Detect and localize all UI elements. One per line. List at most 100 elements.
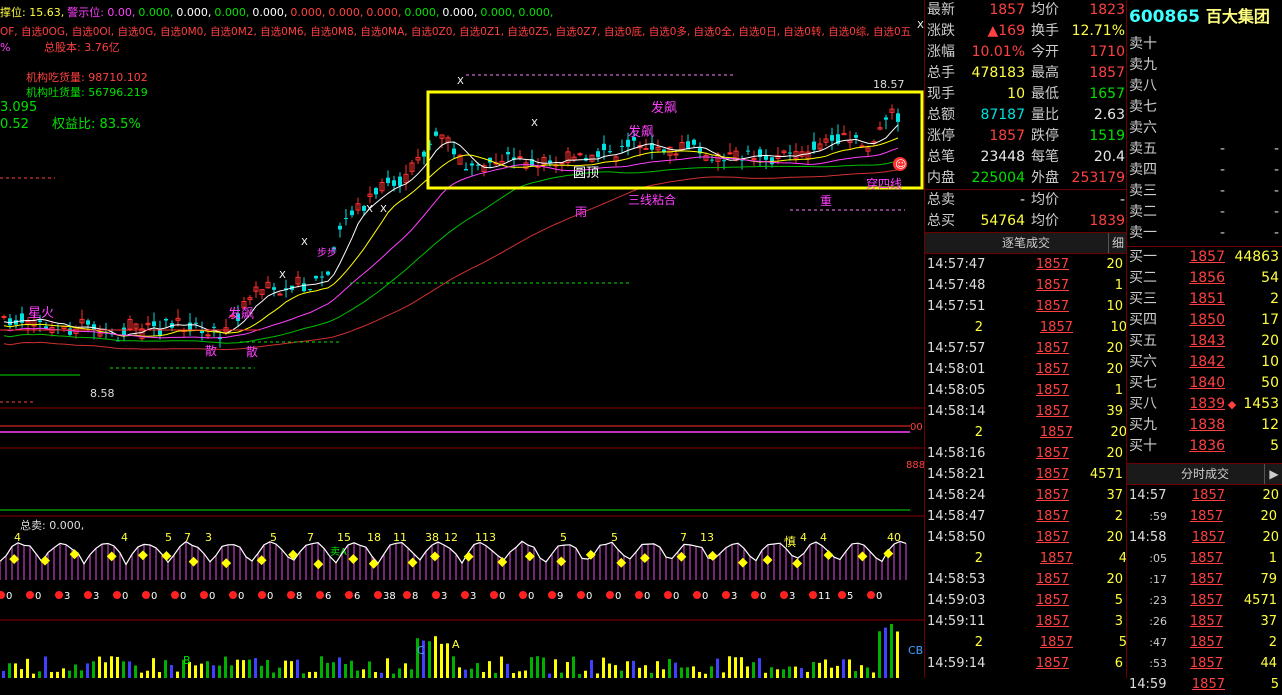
tick-time: 14:58:05 bbox=[927, 383, 986, 398]
tick-row[interactable]: 14:58:16 1857 20 bbox=[925, 443, 1127, 464]
buy-order-row[interactable]: 买四 1850 17 bbox=[1127, 310, 1282, 331]
tick-detail-header[interactable]: 逐笔成交 细 bbox=[925, 232, 1127, 254]
tick-row[interactable]: 2 1857 10 bbox=[925, 317, 1127, 338]
indicator-value: 0.000, bbox=[518, 6, 554, 19]
indicator-line-2: OF, 自选0OG, 自选0OI, 自选0G, 自选0M0, 自选0M2, 自选… bbox=[0, 26, 912, 38]
volume-bar bbox=[374, 672, 377, 678]
order-price bbox=[1175, 34, 1225, 55]
tick-volume: 20 bbox=[1106, 341, 1123, 356]
buy-order-row[interactable]: 买十 1836 5 bbox=[1127, 436, 1282, 457]
volume-bar bbox=[350, 660, 353, 678]
quote-value: 12.71% bbox=[1071, 23, 1125, 39]
signal-number: 0 bbox=[876, 591, 882, 602]
candle-body bbox=[8, 318, 12, 326]
minute-trade-row[interactable]: 14:57 1857 20 bbox=[1127, 485, 1282, 506]
tick-list[interactable]: 14:57:47 1857 20 14:57:48 1857 1 14:57:51 1857 1… bbox=[925, 254, 1127, 674]
buy-order-row[interactable]: 买五 1843 20 bbox=[1127, 331, 1282, 352]
buy-order-row[interactable]: 买七 1840 50 bbox=[1127, 373, 1282, 394]
minute-trade-row[interactable]: :23 1857 4571 bbox=[1127, 590, 1282, 611]
minute-trade-row[interactable]: :53 1857 44 bbox=[1127, 653, 1282, 674]
buy-order-row[interactable]: 买一 1857 44863 bbox=[1127, 247, 1282, 268]
order-price: - bbox=[1219, 162, 1225, 178]
sell-order-row[interactable]: 卖一 - - bbox=[1127, 223, 1282, 244]
minute-trade-row[interactable]: 14:58 1857 20 bbox=[1127, 527, 1282, 548]
sell-order-row[interactable]: 卖六 bbox=[1127, 118, 1282, 139]
tick-price: 1857 bbox=[1035, 488, 1069, 503]
tick-row[interactable]: 14:59:11 1857 3 bbox=[925, 611, 1127, 632]
tick-time: 14:58:21 bbox=[927, 467, 986, 482]
sell-order-row[interactable]: 卖九 bbox=[1127, 55, 1282, 76]
sell-order-row[interactable]: 卖四 - - bbox=[1127, 160, 1282, 181]
buy-order-row[interactable]: 买九 1838 12 bbox=[1127, 415, 1282, 436]
order-volume bbox=[1225, 76, 1279, 97]
buy-order-row[interactable]: 买八 1839 ◆ 1453 bbox=[1127, 394, 1282, 415]
tick-row[interactable]: 14:59:03 1857 5 bbox=[925, 590, 1127, 611]
volume-bar bbox=[152, 658, 155, 678]
volume-bar bbox=[14, 663, 17, 678]
minute-trade-row[interactable]: 14:59 1857 5 bbox=[1127, 674, 1282, 695]
tick-time: 14:57:48 bbox=[927, 278, 986, 293]
order-price: - bbox=[1219, 225, 1225, 241]
minute-trade-row[interactable]: :17 1857 79 bbox=[1127, 569, 1282, 590]
minute-trade-row[interactable]: :59 1857 20 bbox=[1127, 506, 1282, 527]
order-volume: 50 bbox=[1261, 375, 1279, 391]
sell-order-row[interactable]: 卖二 - - bbox=[1127, 202, 1282, 223]
tick-row[interactable]: 14:57:51 1857 10 bbox=[925, 296, 1127, 317]
minute-trade-list[interactable]: 14:57 1857 20:59 1857 20 14:58 1857 20:05 1857 1:… bbox=[1127, 485, 1282, 695]
tick-detail-toggle[interactable]: 细 bbox=[1108, 233, 1127, 253]
indicator-value: 0.000, bbox=[252, 6, 288, 19]
volume-bar bbox=[674, 662, 677, 678]
tick-row[interactable]: 2 1857 4 bbox=[925, 548, 1127, 569]
tick-price: 1857 bbox=[1035, 404, 1069, 419]
tick-row[interactable]: 14:58:01 1857 20 bbox=[925, 359, 1127, 380]
tick-row[interactable]: 14:58:14 1857 39 bbox=[925, 401, 1127, 422]
sell-order-row[interactable]: 卖八 bbox=[1127, 76, 1282, 97]
tick-row[interactable]: 14:58:05 1857 1 bbox=[925, 380, 1127, 401]
minute-trade-row[interactable]: :05 1857 1 bbox=[1127, 548, 1282, 569]
tick-volume: 10 bbox=[1106, 299, 1123, 314]
tick-row[interactable]: 2 1857 5 bbox=[925, 632, 1127, 653]
order-volume: - bbox=[1273, 225, 1279, 241]
minute-volume: 5 bbox=[1270, 677, 1279, 692]
buy-order-row[interactable]: 买六 1842 10 bbox=[1127, 352, 1282, 373]
minute-trade-row[interactable]: :26 1857 37 bbox=[1127, 611, 1282, 632]
oscillator-number: 38 bbox=[425, 531, 439, 544]
minute-trade-header[interactable]: 分时成交 ▶ bbox=[1127, 463, 1282, 485]
signal-number: 3 bbox=[64, 591, 70, 602]
buy-order-row[interactable]: 买二 1856 54 bbox=[1127, 268, 1282, 289]
tick-row[interactable]: 14:58:24 1857 37 bbox=[925, 485, 1127, 506]
signal-dot bbox=[432, 591, 440, 599]
tick-row[interactable]: 14:57:57 1857 20 bbox=[925, 338, 1127, 359]
tick-price: 1857 bbox=[1035, 299, 1069, 314]
minute-price: 1857 bbox=[1189, 656, 1223, 671]
sell-order-row[interactable]: 卖十 bbox=[1127, 34, 1282, 55]
tick-row[interactable]: 14:58:53 1857 20 bbox=[925, 569, 1127, 590]
buy-order-row[interactable]: 买三 1851 2 bbox=[1127, 289, 1282, 310]
signal-number: 0 bbox=[267, 591, 273, 602]
minute-time: :23 bbox=[1149, 594, 1167, 607]
buy-order-list: 买一 1857 44863 买二 1856 54 买三 1851 2 买四 1850 17 买五 1843… bbox=[1127, 247, 1282, 457]
sell-order-row[interactable]: 卖五 - - bbox=[1127, 139, 1282, 160]
volume-bar bbox=[536, 656, 539, 678]
tick-row[interactable]: 2 1857 20 bbox=[925, 422, 1127, 443]
sell-order-row[interactable]: 卖七 bbox=[1127, 97, 1282, 118]
signal-number: 38 bbox=[383, 591, 396, 602]
signal-number: 0 bbox=[238, 591, 244, 602]
kline-chart[interactable]: 18.57 8.58 发飙 发飙 发飙 圆顶 三线粘合 穿四线雨星火散散步步重慎卖A X X X X X… bbox=[0, 0, 924, 678]
signal-dot bbox=[84, 591, 92, 599]
order-price: 1840 bbox=[1189, 375, 1225, 391]
candle-body bbox=[86, 320, 90, 325]
tick-row[interactable]: 14:58:47 1857 2 bbox=[925, 506, 1127, 527]
tick-volume: 6 bbox=[1114, 656, 1123, 671]
tick-row[interactable]: 14:57:47 1857 20 bbox=[925, 254, 1127, 275]
minute-trade-row[interactable]: :47 1857 2 bbox=[1127, 632, 1282, 653]
tick-row[interactable]: 14:58:50 1857 20 bbox=[925, 527, 1127, 548]
tick-row[interactable]: 14:59:14 1857 6 bbox=[925, 653, 1127, 674]
tick-row[interactable]: 14:58:21 1857 4571 bbox=[925, 464, 1127, 485]
candle-body bbox=[350, 210, 354, 216]
quote-value: 253179 bbox=[1071, 170, 1125, 186]
sell-order-row[interactable]: 卖三 - - bbox=[1127, 181, 1282, 202]
kline-canvas[interactable]: 18.578.58发飙发飙发飙圆顶三线粘合穿四线雨星火散 散步步重慎卖AXXXXX… bbox=[0, 0, 924, 678]
minute-trade-arrow-icon[interactable]: ▶ bbox=[1264, 464, 1282, 484]
tick-row[interactable]: 14:57:48 1857 1 bbox=[925, 275, 1127, 296]
